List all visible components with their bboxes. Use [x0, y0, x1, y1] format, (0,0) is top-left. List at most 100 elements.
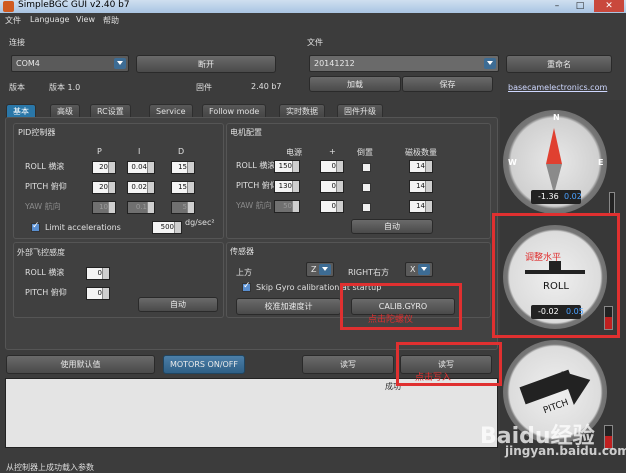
pid-pitch-label: PITCH 俯仰	[25, 182, 67, 191]
motor-yaw-label: YAW 航向	[236, 201, 272, 210]
tab-service[interactable]: Service	[149, 104, 193, 118]
motor-pitch-plus[interactable]: 0	[320, 180, 344, 193]
pid-pitch-p[interactable]: 20	[92, 181, 116, 194]
ext-gain-auto-button[interactable]: 自动	[138, 297, 218, 312]
tab-realtime[interactable]: 实时数据	[279, 104, 325, 118]
version-label: 版本	[9, 83, 25, 92]
pid-col-p: P	[97, 147, 102, 156]
menu-help[interactable]: 帮助	[103, 15, 119, 26]
motor-pitch-power[interactable]: 130	[274, 180, 300, 193]
limit-accel-label: Limit accelerations	[45, 223, 121, 232]
motors-toggle-button[interactable]: MOTORS ON/OFF	[163, 355, 245, 374]
pid-roll-label: ROLL 横滚	[25, 162, 65, 171]
load-button[interactable]: 加载	[309, 76, 401, 92]
pid-pitch-d[interactable]: 15	[171, 181, 195, 194]
chevron-down-icon[interactable]	[484, 58, 496, 69]
window-title: SimpleBGC GUI v2.40 b7	[18, 0, 130, 10]
pid-title: PID控制器	[18, 128, 56, 137]
motor-roll-power[interactable]: 150	[274, 160, 300, 173]
ext-gain-title: 外部飞控感度	[17, 248, 65, 257]
profile-select[interactable]: 20141212	[309, 55, 499, 72]
motor-roll-poles[interactable]: 14	[409, 160, 433, 173]
tab-follow-mode[interactable]: Follow mode	[202, 104, 267, 118]
yaw-gauge: N W E -1.36 0.02	[503, 110, 607, 214]
limit-accel-checkbox[interactable]	[31, 221, 40, 232]
menu-view[interactable]: View	[76, 15, 95, 24]
motor-pitch-poles[interactable]: 14	[409, 180, 433, 193]
motor-col-plus: +	[329, 147, 336, 156]
website-link[interactable]: basecamelectronics.com	[508, 83, 607, 92]
roll-annotation: 调整水平	[525, 253, 562, 263]
pid-yaw-label: YAW 航向	[25, 202, 61, 211]
motor-yaw-plus[interactable]: 0	[320, 200, 344, 213]
yaw-level-bar	[609, 192, 615, 214]
motor-yaw-power: 50	[274, 200, 300, 213]
menu-bar: 文件 Language View 帮助	[0, 13, 626, 27]
read-button[interactable]: 读写	[302, 355, 394, 374]
chevron-down-icon[interactable]	[114, 58, 126, 69]
port-select[interactable]: COM4	[11, 55, 129, 72]
save-button[interactable]: 保存	[402, 76, 493, 92]
menu-file[interactable]: 文件	[5, 15, 21, 26]
sensor-top-select[interactable]: Z	[306, 262, 334, 277]
skip-gyro-checkbox[interactable]	[242, 281, 251, 292]
firmware-value: 2.40 b7	[251, 82, 282, 91]
profile-value: 20141212	[314, 59, 355, 68]
chevron-down-icon[interactable]	[418, 264, 430, 275]
motor-roll-invert[interactable]	[362, 163, 371, 172]
ext-gain-pitch[interactable]: 0	[86, 287, 110, 300]
tab-advanced[interactable]: 高级	[50, 104, 80, 118]
write-annotation: 点击写入	[415, 373, 452, 383]
pid-col-d: D	[178, 147, 185, 156]
motor-auto-button[interactable]: 自动	[351, 219, 433, 234]
yaw-w-label: W	[508, 158, 517, 167]
log-area: 成功	[5, 378, 498, 448]
motor-pitch-invert[interactable]	[362, 183, 371, 192]
yaw-value: -1.36	[538, 192, 559, 201]
pid-roll-i[interactable]: 0.04	[127, 161, 155, 174]
ext-gain-panel: 外部飞控感度 ROLL 横滚 0 PITCH 俯仰 0 自动	[13, 242, 224, 318]
ext-gain-roll[interactable]: 0	[86, 267, 110, 280]
motor-roll-plus[interactable]: 0	[320, 160, 344, 173]
motor-col-power: 电源	[286, 148, 302, 157]
menu-language[interactable]: Language	[30, 15, 69, 24]
sensor-right-value: X	[410, 265, 416, 274]
yaw-readout: -1.36 0.02	[531, 190, 582, 204]
sensor-title: 传感器	[230, 247, 254, 256]
tab-rc-settings[interactable]: RC设置	[90, 104, 131, 118]
use-defaults-button[interactable]: 使用默认值	[6, 355, 155, 374]
port-value: COM4	[16, 59, 40, 68]
sensor-right-select[interactable]: X	[405, 262, 433, 277]
compass-needle-north-icon	[546, 128, 562, 164]
pid-panel: PID控制器 P I D ROLL 横滚 20 0.04 15 PITCH 俯仰…	[13, 123, 224, 239]
pid-roll-d[interactable]: 15	[171, 161, 195, 174]
calib-gyro-annotation: 点击陀螺仪	[368, 315, 414, 325]
file-title: 文件	[307, 38, 323, 47]
watermark-url: jingyan.baidu.com	[505, 444, 626, 458]
chevron-down-icon[interactable]	[319, 264, 331, 275]
calib-acc-button[interactable]: 校准加速度计	[236, 298, 341, 315]
rename-button[interactable]: 重命名	[506, 55, 612, 73]
pid-pitch-i[interactable]: 0.02	[127, 181, 155, 194]
pid-yaw-p: 10	[92, 201, 116, 214]
pid-yaw-i: 0.1	[127, 201, 155, 214]
pid-roll-p[interactable]: 20	[92, 161, 116, 174]
tab-firmware[interactable]: 固件升级	[337, 104, 383, 118]
sensor-top-label: 上方	[236, 268, 252, 277]
sensor-top-value: Z	[311, 265, 317, 274]
sensor-right-label: RIGHT右方	[348, 268, 390, 277]
disconnect-button[interactable]: 断开	[136, 55, 276, 73]
motor-col-poles: 磁极数量	[405, 148, 437, 157]
motor-yaw-invert[interactable]	[362, 203, 371, 212]
tab-basic[interactable]: 基本	[6, 104, 36, 118]
minimize-button[interactable]: –	[546, 0, 568, 12]
pid-yaw-d: 5	[171, 201, 195, 214]
maximize-button[interactable]: □	[569, 0, 591, 12]
motor-yaw-poles[interactable]: 14	[409, 200, 433, 213]
close-button[interactable]: ✕	[594, 0, 624, 12]
limit-accel-value[interactable]: 500	[152, 221, 182, 234]
connection-title: 连接	[9, 38, 25, 47]
yaw-e-label: E	[598, 158, 604, 167]
pitch-name: PITCH	[542, 397, 571, 417]
app-icon	[3, 1, 14, 12]
